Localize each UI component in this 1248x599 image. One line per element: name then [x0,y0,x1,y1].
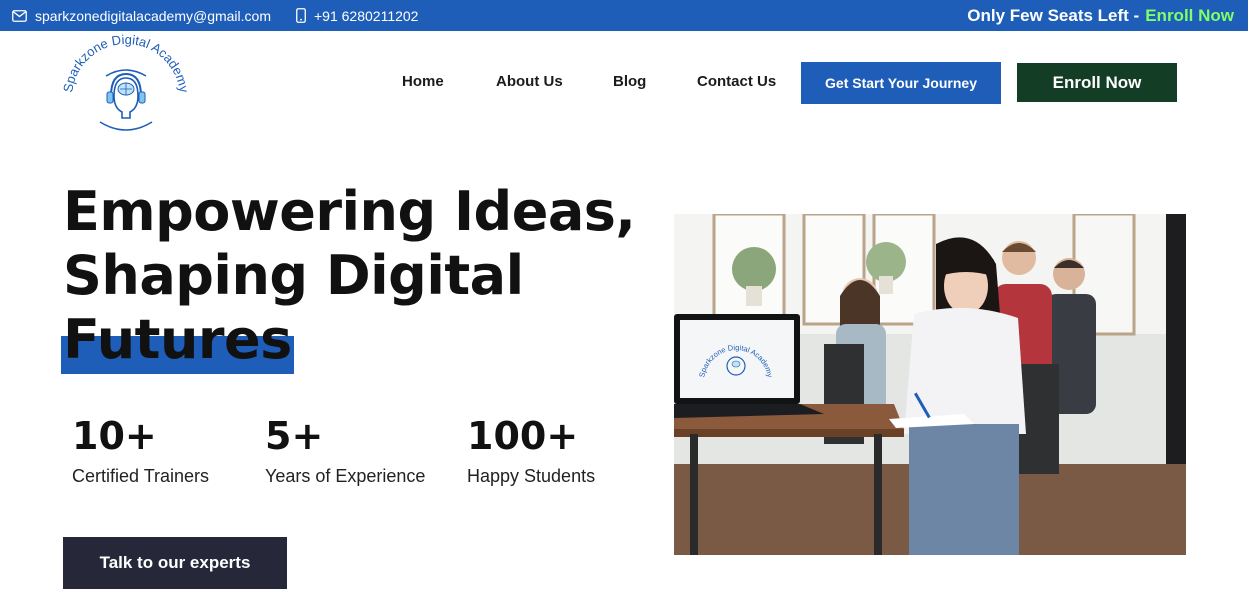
promo-text: Only Few Seats Left - [967,5,1140,25]
stat-value: 5+ [265,414,324,458]
promo-enroll-link[interactable]: Enroll Now [1145,6,1234,26]
top-bar: sparkzonedigitalacademy@gmail.com +91 62… [0,0,1248,31]
stat-happy-students: 100+ Happy Students [467,412,595,487]
contact-email[interactable]: sparkzonedigitalacademy@gmail.com [12,0,271,31]
nav-home[interactable]: Home [402,73,444,90]
nav-contact-us[interactable]: Contact Us [697,73,776,90]
hero-title-line-1: Empowering Ideas, [63,180,636,243]
nav-about-us[interactable]: About Us [496,73,563,90]
stat-certified-trainers: 10+ Certified Trainers [72,412,209,487]
enroll-now-button[interactable]: Enroll Now [1017,63,1177,102]
stat-label: Certified Trainers [72,466,210,486]
mobile-phone-icon [296,8,306,23]
academy-logo-icon: Sparkzone Digital Academy [60,32,192,131]
hero-title-line-2: Shaping Digital [63,244,524,307]
phone-text: +91 6280211202 [314,7,419,24]
stat-value: 10+ [72,414,157,458]
seats-promo: Only Few Seats Left - Enroll Now [967,0,1234,31]
site-logo[interactable]: Sparkzone Digital Academy [60,32,192,136]
get-start-journey-button[interactable]: Get Start Your Journey [801,62,1001,104]
hero-title-highlight: Futures [61,308,294,374]
stat-label: Happy Students [467,466,596,486]
contact-phone[interactable]: +91 6280211202 [296,0,418,31]
stat-label: Years of Experience [265,466,426,486]
stat-value: 100+ [467,414,579,458]
talk-to-experts-button[interactable]: Talk to our experts [63,537,287,589]
mail-icon [12,9,27,22]
nav-blog[interactable]: Blog [613,73,646,90]
hero-title: Empowering Ideas, Shaping Digital Future… [61,180,636,374]
classroom-photo: Sparkzone Digital Academy [674,214,1186,555]
email-text: sparkzonedigitalacademy@gmail.com [35,7,271,24]
stat-years-experience: 5+ Years of Experience [265,412,425,487]
